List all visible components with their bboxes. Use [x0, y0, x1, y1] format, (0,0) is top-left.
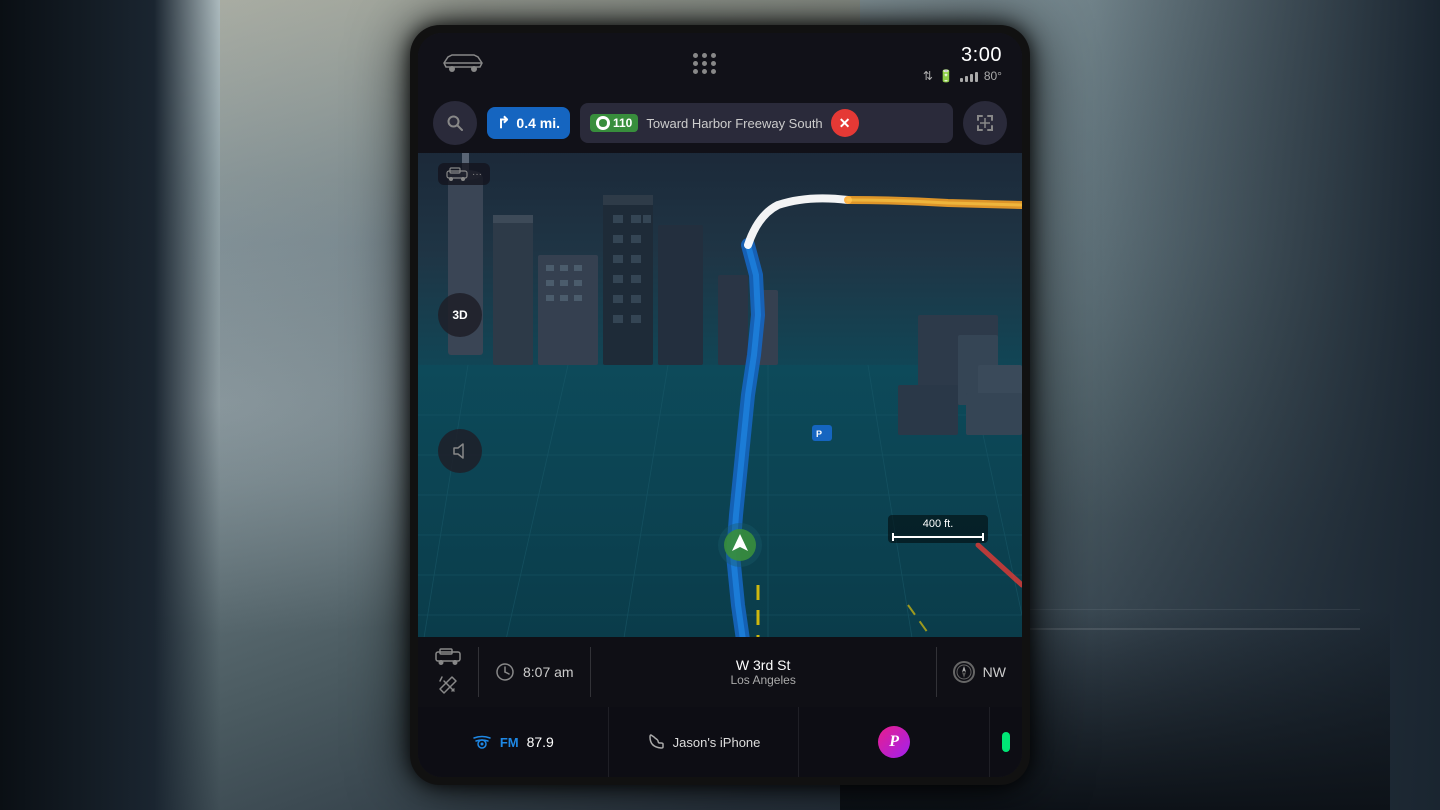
app-dock: FM 87.9 Jason's iPhone P — [418, 707, 1022, 777]
radio-icon — [472, 734, 492, 750]
traffic-indicator: ··· — [438, 163, 490, 185]
bottom-info-bar: 8:07 am W 3rd St Los Angeles NW — [418, 637, 1022, 707]
apps-dot — [711, 69, 716, 74]
vehicle-icon — [434, 647, 462, 667]
dock-radio[interactable]: FM 87.9 — [418, 707, 609, 777]
screen-content: 3:00 ⇅ 🔋 80° — [418, 33, 1022, 777]
apps-button[interactable] — [693, 53, 717, 74]
map-area[interactable]: P 400 ft. 3D — [418, 153, 1022, 637]
phone-icon — [647, 733, 665, 751]
compass-section: NW — [937, 661, 1022, 683]
volume-button[interactable] — [438, 429, 482, 473]
3d-view-button[interactable]: 3D — [438, 293, 482, 337]
settings-icon[interactable] — [436, 673, 460, 697]
status-bar: 3:00 ⇅ 🔋 80° — [418, 33, 1022, 93]
volume-icon — [450, 441, 470, 461]
compass-icon — [953, 661, 975, 683]
phone-device-label: Jason's iPhone — [673, 735, 761, 750]
traffic-dots: ··· — [472, 169, 482, 180]
signal-bar-3 — [970, 74, 973, 82]
compass-direction: NW — [983, 664, 1006, 680]
highway-shield-icon — [596, 116, 610, 130]
traffic-icon — [446, 167, 468, 181]
main-screen: 3:00 ⇅ 🔋 80° — [410, 25, 1030, 785]
apps-dot — [711, 61, 716, 66]
status-indicator — [1002, 732, 1010, 752]
signal-bar-1 — [960, 78, 963, 82]
close-icon: ✕ — [839, 115, 851, 132]
fullscreen-button[interactable] — [963, 101, 1007, 145]
apps-dot — [702, 61, 707, 66]
search-icon — [446, 114, 464, 132]
status-time: 3:00 — [961, 44, 1002, 67]
fullscreen-icon — [976, 114, 994, 132]
time-section: 8:07 am — [479, 662, 590, 682]
highway-badge: 110 — [590, 114, 638, 132]
nav-distance: 0.4 mi. — [516, 115, 560, 131]
radio-type-label: FM — [500, 735, 519, 750]
apps-dot — [693, 69, 698, 74]
clock-icon — [495, 662, 515, 682]
data-transfer-icon: ⇅ — [923, 69, 933, 83]
search-button[interactable] — [433, 101, 477, 145]
3d-label: 3D — [452, 308, 467, 322]
signal-bar-4 — [975, 72, 978, 82]
turn-arrow-icon: ↱ — [497, 113, 510, 133]
location-info: W 3rd St Los Angeles — [591, 657, 936, 687]
apps-dot — [702, 69, 707, 74]
svg-text:400 ft.: 400 ft. — [923, 518, 954, 530]
signal-bar-2 — [965, 76, 968, 82]
street-name: W 3rd St — [601, 657, 926, 673]
signal-bars — [960, 70, 978, 82]
highway-number: 110 — [613, 116, 632, 130]
temperature-display: 80° — [984, 69, 1002, 83]
status-right: 3:00 ⇅ 🔋 80° — [923, 44, 1002, 83]
battery-icon: 🔋 — [939, 69, 954, 83]
dock-indicator — [990, 707, 1022, 777]
arrival-time: 8:07 am — [523, 664, 574, 680]
route-pill: 110 Toward Harbor Freeway South ✕ — [580, 103, 953, 143]
nav-bar: ↱ 0.4 mi. 110 Toward Harbor Freeway Sout… — [418, 93, 1022, 153]
dock-phone[interactable]: Jason's iPhone — [609, 707, 800, 777]
apps-dot — [693, 53, 698, 58]
dock-pandora[interactable]: P — [799, 707, 990, 777]
bottom-left-controls — [418, 647, 478, 697]
direction-pill: ↱ 0.4 mi. — [487, 107, 570, 139]
car-icon — [438, 49, 488, 77]
apps-dot — [693, 61, 698, 66]
apps-dot — [711, 53, 716, 58]
left-controls: 3D — [438, 293, 482, 473]
nav-toward-text: Toward Harbor Freeway South — [646, 116, 822, 131]
svg-text:P: P — [816, 429, 822, 439]
map-view: P 400 ft. — [418, 153, 1022, 637]
pandora-letter: P — [889, 733, 899, 751]
pandora-icon: P — [878, 726, 910, 758]
status-icons: ⇅ 🔋 80° — [923, 69, 1002, 83]
city-name: Los Angeles — [601, 673, 926, 687]
nav-close-button[interactable]: ✕ — [831, 109, 859, 137]
radio-frequency: 87.9 — [527, 734, 554, 750]
apps-dot — [702, 53, 707, 58]
